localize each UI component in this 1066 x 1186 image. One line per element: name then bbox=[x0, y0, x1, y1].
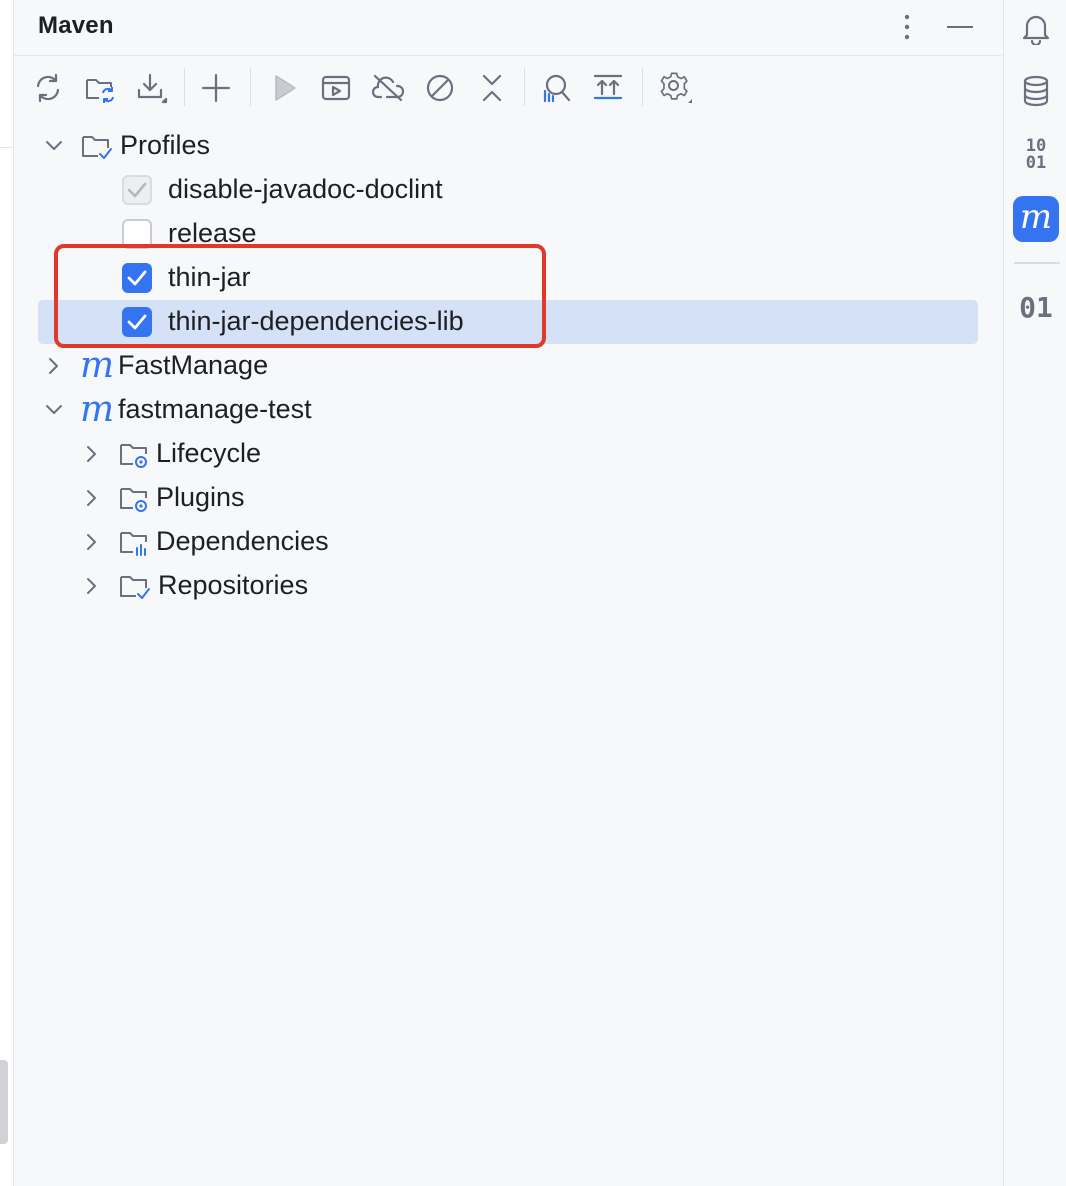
tree-node-repositories[interactable]: Repositories bbox=[14, 564, 1002, 608]
left-editor-edge bbox=[0, 0, 14, 1186]
profile-item[interactable]: release bbox=[14, 212, 1002, 256]
execute-maven-goal-button[interactable] bbox=[316, 68, 356, 108]
maven-toolbar bbox=[14, 58, 1002, 116]
run-maven-build-button[interactable] bbox=[264, 68, 304, 108]
prohibited-icon bbox=[426, 74, 454, 102]
database-button[interactable] bbox=[1013, 68, 1059, 114]
collapse-all-button[interactable] bbox=[472, 68, 512, 108]
profile-checkbox-unchecked[interactable] bbox=[122, 219, 152, 249]
tree-label: Plugins bbox=[156, 482, 245, 512]
maven-project-icon: m bbox=[80, 345, 115, 386]
toggle-offline-mode-button[interactable] bbox=[368, 68, 408, 108]
check-icon bbox=[127, 182, 147, 198]
play-icon bbox=[275, 75, 296, 101]
chevron-down-icon[interactable] bbox=[44, 136, 64, 156]
folder-sync-icon bbox=[86, 79, 114, 103]
tree-node-plugins[interactable]: Plugins bbox=[14, 476, 1002, 520]
profile-label: disable-javadoc-doclint bbox=[168, 174, 443, 204]
cloud-off-icon bbox=[371, 74, 405, 102]
bell-icon bbox=[1022, 15, 1050, 45]
tree-node-dependencies[interactable]: Dependencies bbox=[14, 520, 1002, 564]
tool-window-header: Maven bbox=[14, 0, 1002, 56]
refresh-icon bbox=[36, 73, 60, 103]
tree-label: Profiles bbox=[120, 130, 211, 160]
binary-bottom-text: 01 bbox=[1025, 153, 1047, 173]
tree-node-project[interactable]: m fastmanage-test bbox=[14, 388, 1002, 432]
profile-checkbox-checked[interactable] bbox=[122, 263, 152, 293]
more-vertical-icon bbox=[904, 14, 910, 40]
more-options-button[interactable] bbox=[890, 10, 924, 44]
maven-project-icon: m bbox=[80, 389, 115, 430]
maven-icon: m bbox=[1019, 197, 1053, 237]
edge-divider bbox=[0, 147, 14, 148]
profile-item-selected[interactable]: thin-jar-dependencies-lib bbox=[14, 300, 1002, 344]
toolbar-separator bbox=[184, 68, 185, 106]
folder-gear-icon bbox=[118, 438, 150, 470]
analyze-icon bbox=[543, 74, 571, 103]
tree-label: Dependencies bbox=[156, 526, 329, 556]
profile-item[interactable]: disable-javadoc-doclint bbox=[14, 168, 1002, 212]
folder-check-icon bbox=[80, 130, 112, 162]
minimize-icon bbox=[947, 26, 973, 28]
profile-checkbox-disabled[interactable] bbox=[122, 175, 152, 205]
check-icon bbox=[127, 270, 147, 286]
folder-gear-icon bbox=[118, 482, 150, 514]
maven-tool-window: Maven Profiles disable-javadoc-doclint r… bbox=[14, 0, 1002, 1186]
maven-settings-button[interactable] bbox=[656, 68, 696, 108]
check-icon bbox=[127, 314, 147, 330]
hide-panel-button[interactable] bbox=[943, 10, 977, 44]
gear-icon bbox=[660, 72, 692, 103]
skip-tests-button[interactable] bbox=[420, 68, 460, 108]
download-sources-button[interactable] bbox=[132, 68, 172, 108]
tree-node-profiles[interactable]: Profiles bbox=[14, 124, 1002, 168]
download-icon bbox=[137, 73, 168, 104]
toolbar-separator bbox=[642, 68, 643, 106]
bytecode-text: 01 bbox=[1019, 290, 1053, 324]
tree-label: Lifecycle bbox=[156, 438, 262, 468]
show-dependencies-button[interactable] bbox=[588, 68, 628, 108]
panel-title: Maven bbox=[38, 12, 114, 39]
chevron-right-icon[interactable] bbox=[82, 444, 102, 464]
tree-label: Repositories bbox=[158, 570, 309, 600]
add-maven-project-button[interactable] bbox=[196, 68, 236, 108]
profile-checkbox-checked[interactable] bbox=[122, 307, 152, 337]
profile-label: thin-jar-dependencies-lib bbox=[168, 306, 464, 336]
folder-chart-icon bbox=[118, 526, 150, 558]
plus-icon bbox=[201, 73, 231, 103]
analyze-dependencies-button[interactable] bbox=[536, 68, 576, 108]
notifications-button[interactable] bbox=[1013, 6, 1059, 52]
maven-tool-button[interactable]: m bbox=[1013, 196, 1059, 242]
bytecode-button[interactable]: 01 bbox=[1013, 284, 1059, 330]
chevron-right-icon[interactable] bbox=[82, 488, 102, 508]
chevron-right-icon[interactable] bbox=[82, 532, 102, 552]
project-label: fastmanage-test bbox=[118, 394, 312, 424]
reload-all-projects-button[interactable] bbox=[28, 68, 68, 108]
chevron-right-icon[interactable] bbox=[44, 356, 64, 376]
generate-sources-button[interactable] bbox=[80, 68, 120, 108]
tree-node-lifecycle[interactable]: Lifecycle bbox=[14, 432, 1002, 476]
database-icon bbox=[1023, 75, 1049, 107]
profile-label: release bbox=[168, 218, 257, 248]
chevron-down-icon[interactable] bbox=[44, 400, 64, 420]
project-label: FastManage bbox=[118, 350, 269, 380]
chevron-right-icon[interactable] bbox=[82, 576, 102, 596]
binary-viewer-button[interactable]: 10 01 bbox=[1013, 132, 1059, 178]
collapse-icon bbox=[482, 74, 502, 102]
tree-node-project[interactable]: m FastManage bbox=[14, 344, 1002, 388]
folder-check-icon bbox=[118, 570, 150, 602]
editor-scrollbar[interactable] bbox=[0, 1060, 8, 1144]
toolbar-separator bbox=[524, 68, 525, 106]
run-config-icon bbox=[321, 75, 351, 101]
toolbar-separator bbox=[250, 68, 251, 106]
stripe-separator bbox=[1014, 262, 1060, 264]
profile-label: thin-jar bbox=[168, 262, 251, 292]
right-tool-stripe: 10 01 m 01 bbox=[1003, 0, 1066, 1186]
profile-item[interactable]: thin-jar bbox=[14, 256, 1002, 300]
expand-up-icon bbox=[593, 74, 623, 100]
